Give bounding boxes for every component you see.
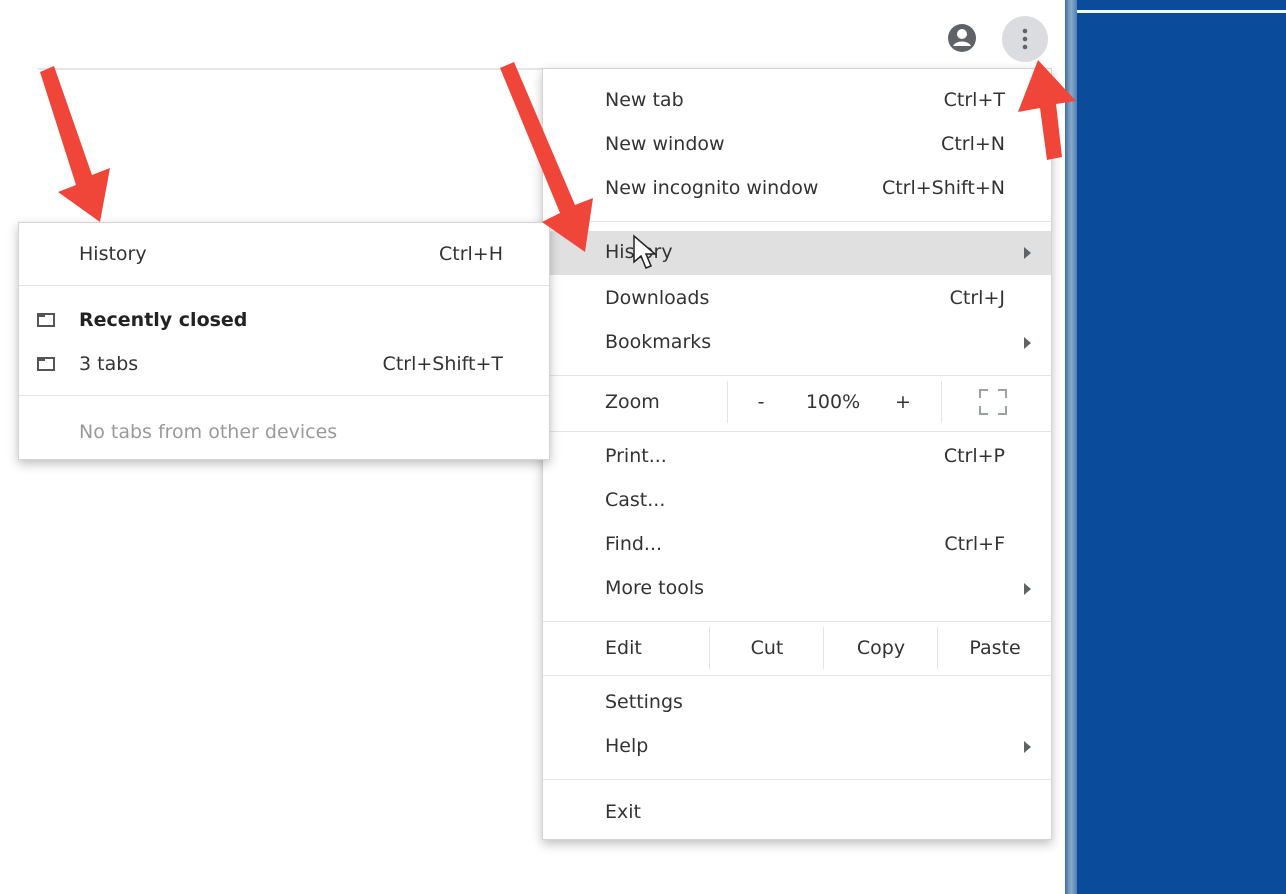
zoom-in-button[interactable]: + [885,377,921,427]
copy-button[interactable]: Copy [825,623,937,673]
menu-item-history[interactable]: History [543,231,1051,275]
menu-item-shortcut: Ctrl+N [941,133,1005,155]
zoom-divider [727,381,728,423]
menu-separator [543,621,1051,622]
menu-separator [543,431,1051,432]
menu-item-bookmarks[interactable]: Bookmarks [543,321,1051,365]
menu-item-downloads[interactable]: Downloads Ctrl+J [543,277,1051,321]
menu-item-help[interactable]: Help [543,725,1051,769]
zoom-level: 100% [805,391,861,413]
submenu-item-label: 3 tabs [79,353,139,375]
menu-item-label: Cast... [605,489,666,511]
menu-item-label: More tools [605,577,705,599]
submenu-item-label: History [79,243,147,265]
tab-icon [37,313,55,327]
menu-item-label: Bookmarks [605,331,712,353]
profile-button[interactable] [944,20,980,56]
menu-item-label: Find... [605,533,663,555]
toolbar-divider [38,68,548,70]
edit-divider [937,627,938,669]
menu-item-label: Help [605,735,649,757]
edit-divider [823,627,824,669]
submenu-item-3-tabs[interactable]: 3 tabs Ctrl+Shift+T [19,345,549,385]
menu-item-shortcut: Ctrl+F [944,533,1005,555]
submenu-item-history[interactable]: History Ctrl+H [19,235,549,275]
submenu-item-shortcut: Ctrl+H [438,243,503,265]
submenu-arrow-icon [1024,741,1031,753]
submenu-arrow-icon [1024,583,1031,595]
menu-separator [543,675,1051,676]
zoom-out-button[interactable]: - [743,377,779,427]
desktop-strip [1077,10,1286,13]
submenu-item-shortcut: Ctrl+Shift+T [382,353,503,375]
menu-separator [543,375,1051,376]
menu-button[interactable] [1002,16,1048,62]
desktop-background [1077,0,1286,894]
recently-closed-label: Recently closed [79,309,248,331]
account-circle-icon [948,24,976,52]
fullscreen-button[interactable] [963,377,1023,427]
annotation-arrow-icon [40,66,110,222]
tab-icon [37,357,55,371]
edit-label: Edit [605,637,642,659]
menu-item-label: History [605,241,673,263]
recently-closed-header: Recently closed [19,301,549,341]
fullscreen-icon [979,389,1007,415]
menu-item-shortcut: Ctrl+T [943,89,1005,111]
no-tabs-label: No tabs from other devices [79,421,338,443]
cut-button[interactable]: Cut [711,623,823,673]
menu-separator [543,221,1051,222]
edit-divider [709,627,710,669]
menu-item-more-tools[interactable]: More tools [543,567,1051,611]
submenu-arrow-icon [1024,337,1031,349]
menu-item-exit[interactable]: Exit [543,791,1051,835]
menu-item-settings[interactable]: Settings [543,681,1051,725]
menu-item-new-tab[interactable]: New tab Ctrl+T [543,79,1051,123]
menu-item-shortcut: Ctrl+J [949,287,1005,309]
menu-item-label: New incognito window [605,177,819,199]
no-tabs-message: No tabs from other devices [19,413,549,453]
menu-item-label: Print... [605,445,667,467]
submenu-separator [19,285,549,286]
menu-item-new-window[interactable]: New window Ctrl+N [543,123,1051,167]
submenu-arrow-icon [1024,247,1031,259]
menu-item-print[interactable]: Print... Ctrl+P [543,435,1051,479]
menu-item-label: Downloads [605,287,710,309]
chrome-menu: New tab Ctrl+T New window Ctrl+N New inc… [542,68,1052,840]
menu-item-shortcut: Ctrl+Shift+N [881,177,1005,199]
history-submenu: History Ctrl+H Recently closed 3 tabs Ct… [18,222,550,460]
zoom-divider [941,381,942,423]
paste-button[interactable]: Paste [939,623,1051,673]
menu-item-find[interactable]: Find... Ctrl+F [543,523,1051,567]
menu-separator [543,779,1051,780]
menu-item-shortcut: Ctrl+P [943,445,1005,467]
menu-item-label: Exit [605,801,641,823]
submenu-separator [19,395,549,396]
zoom-label: Zoom [605,391,660,413]
zoom-row: Zoom - 100% + [543,377,1051,427]
menu-item-new-incognito-window[interactable]: New incognito window Ctrl+Shift+N [543,167,1051,211]
edit-row: Edit Cut Copy Paste [543,623,1051,673]
more-vert-icon [1022,28,1028,50]
menu-item-label: Settings [605,691,683,713]
window-edge [1065,0,1077,894]
menu-item-label: New tab [605,89,684,111]
menu-item-cast[interactable]: Cast... [543,479,1051,523]
menu-item-label: New window [605,133,725,155]
